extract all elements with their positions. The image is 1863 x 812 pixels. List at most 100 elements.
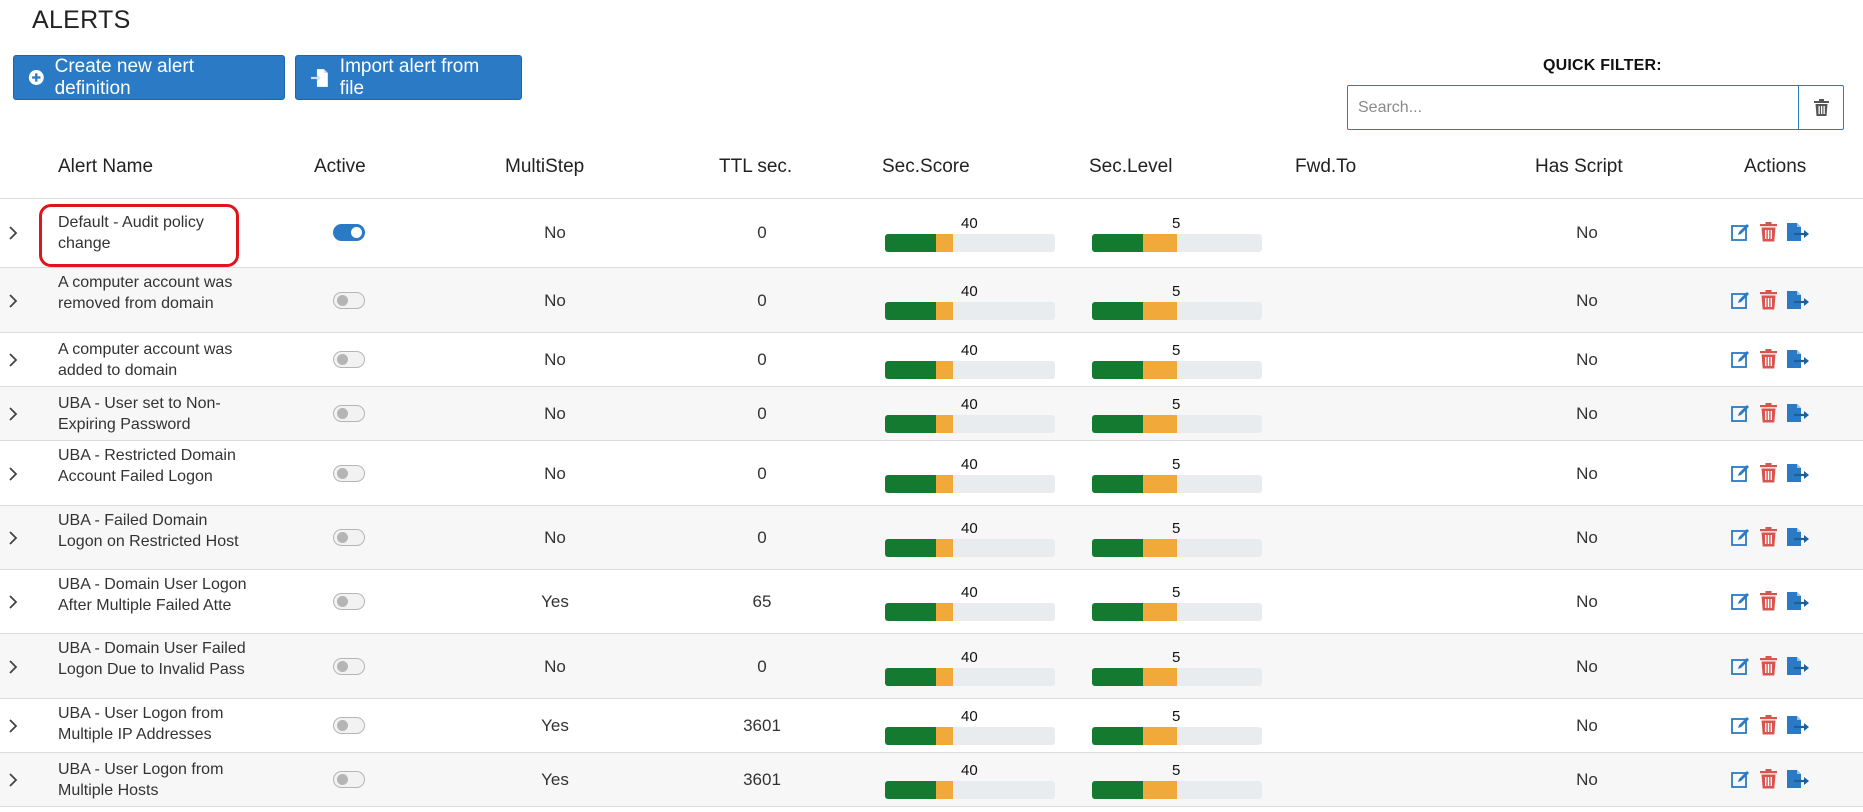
- table-row[interactable]: UBA - Failed Domain Logon on Restricted …: [0, 506, 1863, 570]
- col-header-sec-level[interactable]: Sec.Level: [1089, 156, 1172, 178]
- chevron-right-icon[interactable]: [6, 529, 20, 552]
- chevron-right-icon[interactable]: [6, 405, 20, 428]
- trash-icon[interactable]: [1760, 769, 1777, 789]
- file-export-icon[interactable]: [1786, 403, 1810, 423]
- ttl-value: 0: [757, 528, 767, 547]
- sec-score-value: 40: [961, 649, 978, 666]
- alert-name: UBA - User Logon from Multiple Hosts: [58, 761, 224, 799]
- table-header: Alert Name Active MultiStep TTL sec. Sec…: [0, 140, 1863, 199]
- col-header-alert-name[interactable]: Alert Name: [58, 156, 153, 178]
- edit-icon[interactable]: [1731, 769, 1751, 789]
- sec-score-value: 40: [961, 584, 978, 601]
- multistep-value: No: [544, 404, 566, 423]
- row-actions: [1731, 403, 1819, 423]
- trash-icon[interactable]: [1760, 715, 1777, 735]
- trash-icon[interactable]: [1760, 222, 1777, 242]
- table-row[interactable]: UBA - Domain User Failed Logon Due to In…: [0, 634, 1863, 699]
- chevron-right-icon[interactable]: [6, 292, 20, 315]
- file-export-icon[interactable]: [1786, 222, 1810, 242]
- active-toggle[interactable]: [333, 292, 365, 309]
- edit-icon[interactable]: [1731, 591, 1751, 611]
- active-toggle[interactable]: [333, 351, 365, 368]
- row-actions: [1731, 290, 1819, 310]
- table-row[interactable]: UBA - User Logon from Multiple IP Addres…: [0, 699, 1863, 753]
- trash-icon[interactable]: [1760, 463, 1777, 483]
- file-export-icon[interactable]: [1786, 463, 1810, 483]
- col-header-sec-score[interactable]: Sec.Score: [882, 156, 970, 178]
- multistep-value: Yes: [541, 716, 569, 735]
- table-row[interactable]: Default - Audit policy change No 0 40 5 …: [0, 198, 1863, 268]
- import-alert-button[interactable]: Import alert from file: [295, 55, 522, 100]
- row-actions: [1731, 222, 1819, 242]
- active-toggle[interactable]: [333, 771, 365, 788]
- active-toggle[interactable]: [333, 717, 365, 734]
- has-script-value: No: [1576, 716, 1598, 735]
- table-row[interactable]: UBA - Restricted Domain Account Failed L…: [0, 441, 1863, 506]
- alert-name: Default - Audit policy change: [58, 214, 204, 252]
- trash-icon[interactable]: [1760, 403, 1777, 423]
- create-alert-button[interactable]: Create new alert definition: [13, 55, 285, 100]
- edit-icon[interactable]: [1731, 349, 1751, 369]
- sec-score-value: 40: [961, 342, 978, 359]
- alert-name: A computer account was removed from doma…: [58, 274, 233, 312]
- chevron-right-icon[interactable]: [6, 593, 20, 616]
- trash-icon[interactable]: [1760, 290, 1777, 310]
- chevron-right-icon[interactable]: [6, 771, 20, 794]
- edit-icon[interactable]: [1731, 463, 1751, 483]
- sec-score-value: 40: [961, 456, 978, 473]
- row-actions: [1731, 769, 1819, 789]
- col-header-has-script[interactable]: Has Script: [1535, 156, 1623, 178]
- alert-name: A computer account was added to domain: [58, 341, 233, 379]
- file-export-icon[interactable]: [1786, 349, 1810, 369]
- trash-icon[interactable]: [1760, 591, 1777, 611]
- chevron-right-icon[interactable]: [6, 717, 20, 740]
- edit-icon[interactable]: [1731, 403, 1751, 423]
- trash-icon[interactable]: [1760, 656, 1777, 676]
- file-export-icon[interactable]: [1786, 769, 1810, 789]
- multistep-value: No: [544, 657, 566, 676]
- sec-level-value: 5: [1172, 283, 1181, 300]
- sec-level-value: 5: [1172, 762, 1181, 779]
- trash-icon[interactable]: [1760, 349, 1777, 369]
- chevron-right-icon[interactable]: [6, 351, 20, 374]
- col-header-ttl[interactable]: TTL sec.: [719, 156, 792, 178]
- table-row[interactable]: A computer account was removed from doma…: [0, 268, 1863, 333]
- col-header-active[interactable]: Active: [314, 156, 366, 178]
- active-toggle[interactable]: [333, 465, 365, 482]
- alert-name: UBA - Domain User Failed Logon Due to In…: [58, 640, 246, 678]
- edit-icon[interactable]: [1731, 527, 1751, 547]
- table-row[interactable]: UBA - Domain User Logon After Multiple F…: [0, 570, 1863, 634]
- col-header-multistep[interactable]: MultiStep: [505, 156, 584, 178]
- chevron-right-icon[interactable]: [6, 465, 20, 488]
- edit-icon[interactable]: [1731, 290, 1751, 310]
- file-export-icon[interactable]: [1786, 656, 1810, 676]
- quick-filter-label: QUICK FILTER:: [1543, 57, 1662, 74]
- search-input[interactable]: [1348, 86, 1798, 129]
- active-toggle[interactable]: [333, 658, 365, 675]
- row-actions: [1731, 715, 1819, 735]
- clear-filter-button[interactable]: [1798, 86, 1843, 129]
- trash-icon[interactable]: [1760, 527, 1777, 547]
- chevron-right-icon[interactable]: [6, 224, 20, 247]
- file-export-icon[interactable]: [1786, 591, 1810, 611]
- file-export-icon[interactable]: [1786, 715, 1810, 735]
- edit-icon[interactable]: [1731, 656, 1751, 676]
- table-row[interactable]: UBA - User set to Non-Expiring Password …: [0, 387, 1863, 441]
- sec-level-value: 5: [1172, 520, 1181, 537]
- active-toggle[interactable]: [333, 593, 365, 610]
- edit-icon[interactable]: [1731, 715, 1751, 735]
- file-export-icon[interactable]: [1786, 527, 1810, 547]
- file-export-icon[interactable]: [1786, 290, 1810, 310]
- chevron-right-icon[interactable]: [6, 658, 20, 681]
- table-row[interactable]: UBA - User Logon from Multiple Hosts Yes…: [0, 753, 1863, 807]
- active-toggle[interactable]: [333, 529, 365, 546]
- multistep-value: No: [544, 291, 566, 310]
- active-toggle[interactable]: [333, 224, 365, 241]
- ttl-value: 0: [757, 464, 767, 483]
- edit-icon[interactable]: [1731, 222, 1751, 242]
- table-row[interactable]: A computer account was added to domain N…: [0, 333, 1863, 387]
- sec-level-value: 5: [1172, 456, 1181, 473]
- active-toggle[interactable]: [333, 405, 365, 422]
- import-alert-label: Import alert from file: [339, 55, 480, 99]
- col-header-fwd-to[interactable]: Fwd.To: [1295, 156, 1356, 178]
